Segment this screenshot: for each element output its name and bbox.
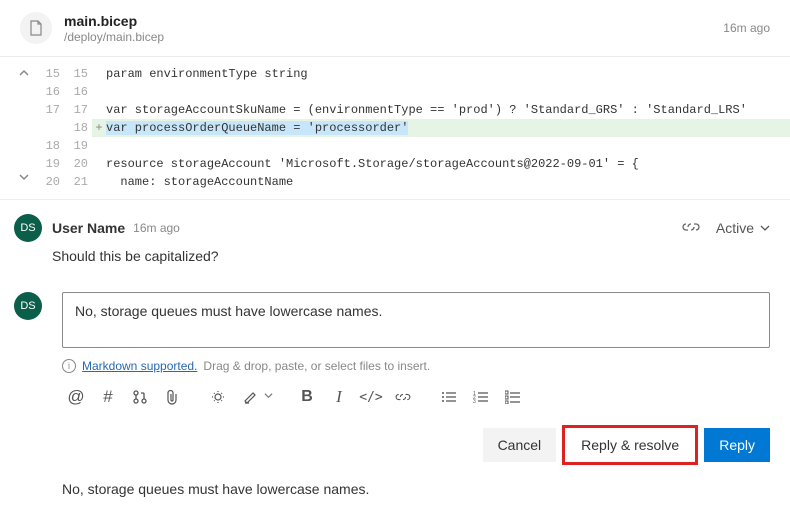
svg-text:3: 3 [473, 399, 476, 404]
diff-marker [92, 65, 106, 83]
file-type-icon [20, 12, 52, 44]
code-line [106, 137, 790, 155]
diff-row: 18+var processOrderQueueName = 'processo… [36, 119, 790, 137]
markdown-link[interactable]: Markdown supported. [82, 359, 197, 373]
old-line-number: 19 [36, 155, 64, 173]
bold-icon[interactable]: B [293, 383, 321, 411]
reply-preview: No, storage queues must have lowercase n… [62, 481, 770, 497]
code-line: var processOrderQueueName = 'processorde… [106, 119, 790, 137]
lightbulb-icon[interactable] [204, 383, 232, 411]
code-line: name: storageAccountName [106, 173, 790, 191]
code-line: resource storageAccount 'Microsoft.Stora… [106, 155, 790, 173]
avatar: DS [14, 292, 42, 320]
diff-row: 1819 [36, 137, 790, 155]
new-line-number: 15 [64, 65, 92, 83]
reply-hint: i Markdown supported. Drag & drop, paste… [62, 359, 770, 373]
info-icon: i [62, 359, 76, 373]
code-line: param environmentType string [106, 65, 790, 83]
bullet-list-icon[interactable] [435, 383, 463, 411]
reply-input[interactable] [62, 292, 770, 348]
cancel-button[interactable]: Cancel [483, 428, 557, 462]
diff-row: 1616 [36, 83, 790, 101]
document-icon [28, 20, 44, 36]
comment-thread: DS User Name 16m ago Active Should this … [0, 200, 790, 517]
new-line-number: 20 [64, 155, 92, 173]
old-line-number: 16 [36, 83, 64, 101]
code-icon[interactable]: </> [357, 383, 385, 411]
copy-link-icon[interactable] [682, 220, 700, 237]
comment-body: Should this be capitalized? [52, 248, 770, 264]
highlighter-icon[interactable] [236, 383, 264, 411]
file-path: /deploy/main.bicep [64, 30, 723, 44]
diff-marker: + [92, 119, 106, 137]
new-line-number: 19 [64, 137, 92, 155]
attach-icon[interactable] [158, 383, 186, 411]
new-line-number: 17 [64, 101, 92, 119]
diff-row: 2021 name: storageAccountName [36, 173, 790, 191]
diff-block: 1515 param environmentType string1616 17… [0, 57, 790, 200]
task-list-icon[interactable] [499, 383, 527, 411]
file-name: main.bicep [64, 13, 723, 29]
hash-icon[interactable]: # [94, 383, 122, 411]
diff-marker [92, 137, 106, 155]
old-line-number: 18 [36, 137, 64, 155]
diff-marker [92, 173, 106, 191]
diff-marker [92, 101, 106, 119]
avatar: DS [14, 214, 42, 242]
chevron-down-icon[interactable] [264, 391, 273, 403]
reply-actions: Cancel Reply & resolve Reply [62, 425, 770, 465]
diff-row: 1920 resource storageAccount 'Microsoft.… [36, 155, 790, 173]
code-line: var storageAccountSkuName = (environment… [106, 101, 790, 119]
italic-icon[interactable]: I [325, 383, 353, 411]
diff-row: 1717 var storageAccountSkuName = (enviro… [36, 101, 790, 119]
new-line-number: 16 [64, 83, 92, 101]
file-time-ago: 16m ago [723, 21, 770, 35]
link-icon[interactable] [389, 383, 417, 411]
diff-marker [92, 155, 106, 173]
new-line-number: 21 [64, 173, 92, 191]
comment-time: 16m ago [133, 221, 180, 235]
pull-request-icon[interactable] [126, 383, 154, 411]
expand-up-icon[interactable] [12, 67, 36, 85]
diff-row: 1515 param environmentType string [36, 65, 790, 83]
thread-status-dropdown[interactable]: Active [716, 220, 770, 236]
old-line-number: 15 [36, 65, 64, 83]
file-header: main.bicep /deploy/main.bicep 16m ago [0, 0, 790, 57]
numbered-list-icon[interactable]: 123 [467, 383, 495, 411]
old-line-number: 17 [36, 101, 64, 119]
expand-down-icon[interactable] [12, 171, 36, 189]
hint-text: Drag & drop, paste, or select files to i… [203, 359, 430, 373]
reply-button[interactable]: Reply [704, 428, 770, 462]
new-line-number: 18 [64, 119, 92, 137]
thread-status-label: Active [716, 220, 754, 236]
old-line-number [36, 119, 64, 137]
reply-resolve-button[interactable]: Reply & resolve [562, 425, 698, 465]
diff-marker [92, 83, 106, 101]
mention-icon[interactable]: @ [62, 383, 90, 411]
code-line [106, 83, 790, 101]
chevron-down-icon [760, 223, 770, 233]
editor-toolbar: @ # B I [62, 383, 770, 411]
old-line-number: 20 [36, 173, 64, 191]
comment-author: User Name [52, 220, 125, 236]
